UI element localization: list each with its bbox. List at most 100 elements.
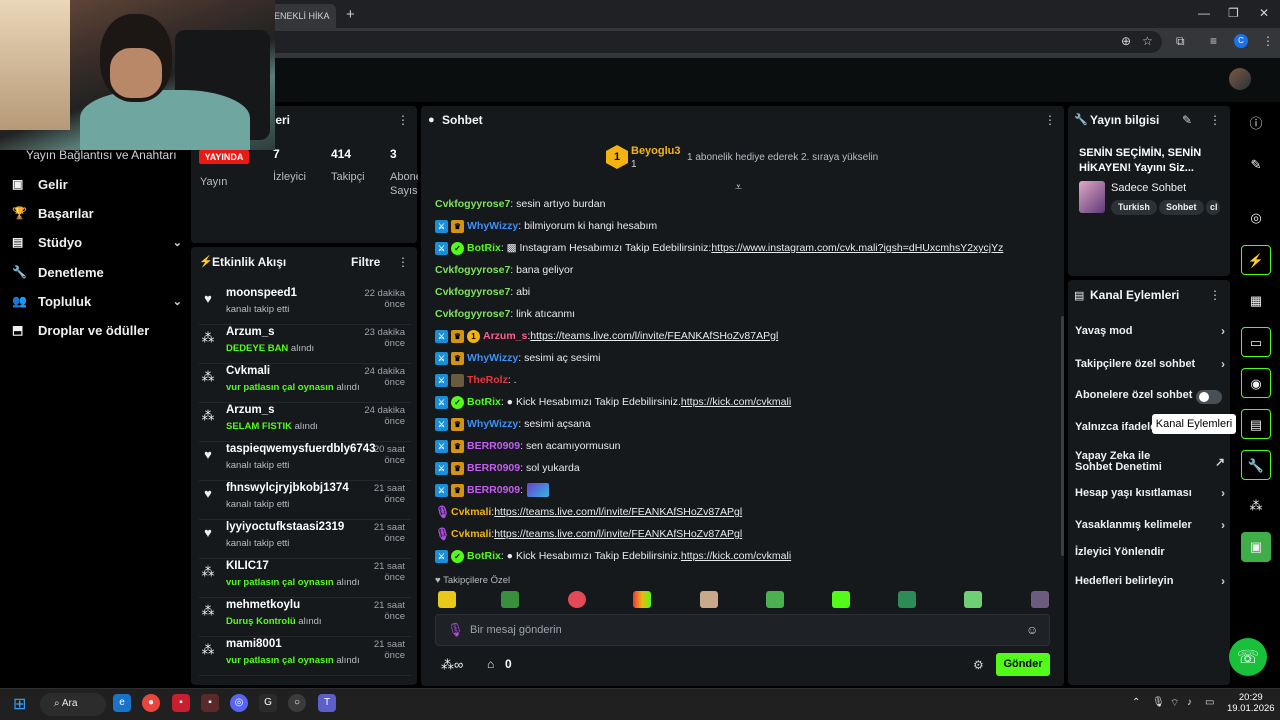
activity-item[interactable]: ♥ moonspeed1 22 dakika önce kanalı takip et…	[199, 287, 411, 325]
chat-message-link[interactable]: https://teams.live.com/l/invite/FEANKAfS…	[494, 528, 742, 540]
activity-item[interactable]: ⁂ KILIC17 21 saat önce vur patlasın çal oyn…	[199, 560, 411, 598]
pinned-gifter-name[interactable]: Beyoglu3	[631, 145, 681, 157]
activity-user[interactable]: taspieqwemysfuerdbly6743	[226, 443, 376, 455]
send-button[interactable]: Gönder	[996, 653, 1050, 676]
emote-button[interactable]	[633, 591, 651, 608]
nav-item-stream-key[interactable]: Yayın Bağlantısı ve Anahtarı	[26, 148, 177, 162]
emote-button[interactable]	[568, 591, 586, 608]
pencil-icon[interactable]: ✎	[1241, 150, 1271, 180]
channel-action-row[interactable]: Yapay Zeka ile Sohbet Denetimi ↗	[1075, 451, 1225, 473]
channel-action-row[interactable]: Yasaklanmış kelimeler ›	[1075, 518, 1225, 532]
chat-message-link[interactable]: https://www.instagram.com/cvk.mali?igsh=…	[711, 242, 1003, 254]
nav-item-revenue[interactable]: ▣ Gelir	[12, 173, 182, 195]
nav-item-moderation[interactable]: 🔧 Denetleme	[12, 261, 182, 283]
chat-bubble-icon[interactable]: ▭	[1241, 327, 1271, 357]
activity-user[interactable]: moonspeed1	[226, 287, 297, 299]
edge-icon[interactable]: e	[113, 694, 131, 712]
maximize-button[interactable]: ❐	[1228, 6, 1239, 20]
activity-item[interactable]: ⁂ mami8001 21 saat önce vur patlasın çal oy…	[199, 638, 411, 676]
app-icon[interactable]: ▪	[201, 694, 219, 712]
activity-user[interactable]: lyyiyoctufkstaasi2319	[226, 521, 344, 533]
activity-user[interactable]: mami8001	[226, 638, 282, 650]
chat-username[interactable]: BotRix	[467, 396, 501, 408]
nav-item-drops[interactable]: ⬒ Droplar ve ödüller	[12, 319, 182, 341]
tray-mic-icon[interactable]: 🎙	[1152, 697, 1165, 708]
chat-message-link[interactable]: https://kick.com/cvkmali	[681, 550, 791, 562]
chat-message-link[interactable]: https://teams.live.com/l/invite/FEANKAfS…	[494, 506, 742, 518]
channel-action-row[interactable]: Hedefleri belirleyin ›	[1075, 574, 1225, 588]
chat-message-link[interactable]: https://teams.live.com/l/invite/FEANKAfS…	[530, 330, 778, 342]
document-icon[interactable]: ▦	[1241, 286, 1271, 316]
browser-menu-icon[interactable]: ⋮	[1262, 34, 1274, 48]
emoji-icon[interactable]: ☺	[1026, 623, 1038, 637]
channel-action-row[interactable]: Takipçilere özel sohbet ›	[1075, 357, 1225, 371]
minimize-button[interactable]: —	[1198, 6, 1210, 20]
chat-username[interactable]: BERR0909	[467, 462, 520, 474]
address-bar[interactable]	[262, 31, 1162, 53]
activity-user[interactable]: Arzum_s	[226, 404, 275, 416]
shop-icon[interactable]: ⌂	[487, 657, 494, 671]
activity-user[interactable]: Arzum_s	[226, 326, 275, 338]
headset-icon[interactable]: ☏	[1229, 638, 1267, 676]
chat-username[interactable]: BotRix	[467, 550, 501, 562]
chat-username[interactable]: TheRolz	[467, 374, 508, 386]
community-icon[interactable]: ⁂	[1241, 491, 1271, 521]
app-icon[interactable]: ▪	[172, 694, 190, 712]
nav-item-achievements[interactable]: 🏆 Başarılar	[12, 202, 182, 224]
chat-username[interactable]: BERR0909	[467, 484, 520, 496]
windows-start-icon[interactable]: ⊞	[13, 694, 26, 714]
broadcast-icon[interactable]: ◉	[1241, 368, 1271, 398]
browser-profile-button[interactable]: C	[1234, 34, 1248, 48]
channel-action-row[interactable]: İzleyici Yönlendir	[1075, 546, 1225, 558]
tag-chip[interactable]: Sohbet	[1159, 200, 1204, 215]
activity-user[interactable]: mehmetkoylu	[226, 599, 300, 611]
nav-item-community[interactable]: 👥 Topluluk ⌄	[12, 290, 182, 312]
taskbar-search[interactable]: ⌕ Ara	[40, 693, 106, 716]
chat-username[interactable]: Cvkfogyyrose7	[435, 198, 510, 210]
emote-button[interactable]	[964, 591, 982, 608]
game-icon[interactable]: ▣	[1241, 532, 1271, 562]
emote-button[interactable]	[438, 591, 456, 608]
new-tab-button[interactable]: +	[346, 6, 355, 23]
channel-action-row[interactable]: Yavaş mod ›	[1075, 324, 1225, 338]
activity-user[interactable]: Cvkmali	[226, 365, 270, 377]
extensions-icon[interactable]: ⧉	[1176, 34, 1185, 49]
media-icon[interactable]: ≡	[1210, 34, 1217, 48]
activity-item[interactable]: ♥ fhnswylcjryjbkobj1374 21 saat önce kanalı…	[199, 482, 411, 520]
volume-icon[interactable]: ♪	[1187, 697, 1192, 708]
chat-username[interactable]: BERR0909	[467, 440, 520, 452]
activity-item[interactable]: ♥ lyyiyoctufkstaasi2319 21 saat önce kanalı…	[199, 521, 411, 559]
channel-action-row[interactable]: Hesap yaşı kısıtlaması ›	[1075, 486, 1225, 500]
chat-username[interactable]: Cvkmali	[451, 528, 491, 540]
chat-scrollbar[interactable]	[1061, 316, 1064, 556]
chat-username[interactable]: WhyWizzy	[467, 352, 518, 364]
stream-category[interactable]: Sadece Sohbet	[1111, 182, 1186, 194]
emote-button[interactable]	[700, 591, 718, 608]
pinned-expand-icon[interactable]: ⩡	[735, 180, 742, 195]
app-icon[interactable]: G	[259, 694, 277, 712]
channel-points-icon[interactable]: ⁂∞	[441, 657, 463, 673]
tag-chip[interactable]: Turkish	[1111, 200, 1157, 215]
emote-button[interactable]	[832, 591, 850, 608]
chat-username[interactable]: Cvkfogyyrose7	[435, 264, 510, 276]
chat-username[interactable]: Cvkfogyyrose7	[435, 308, 510, 320]
discord-icon[interactable]: ◎	[230, 694, 248, 712]
chat-menu-icon[interactable]: ⋮	[1044, 113, 1056, 127]
activity-user[interactable]: KILIC17	[226, 560, 269, 572]
app-icon[interactable]: ○	[288, 694, 306, 712]
emote-button[interactable]	[1031, 591, 1049, 608]
wrench-icon[interactable]: 🔧	[1241, 450, 1271, 480]
activity-item[interactable]: ♥ taspieqwemysfuerdbly6743 20 saat önce kan…	[199, 443, 411, 481]
emote-button[interactable]	[898, 591, 916, 608]
lightning-icon[interactable]: ⚡	[1241, 245, 1271, 275]
teams-icon[interactable]: T	[318, 694, 336, 712]
stream-info-menu-icon[interactable]: ⋮	[1209, 113, 1221, 127]
taskbar-clock[interactable]: 20:29 19.01.2026	[1227, 692, 1275, 714]
activity-item[interactable]: ⁂ Cvkmali 24 dakika önce vur patlasın çal o…	[199, 365, 411, 403]
activity-user[interactable]: fhnswylcjryjbkobj1374	[226, 482, 349, 494]
battery-icon[interactable]: ▭	[1205, 697, 1214, 708]
user-avatar[interactable]	[1229, 68, 1251, 90]
zoom-icon[interactable]: ⊕	[1121, 34, 1131, 48]
chat-username[interactable]: WhyWizzy	[467, 418, 518, 430]
nav-item-studio[interactable]: ▤ Stüdyo ⌄	[12, 231, 182, 253]
